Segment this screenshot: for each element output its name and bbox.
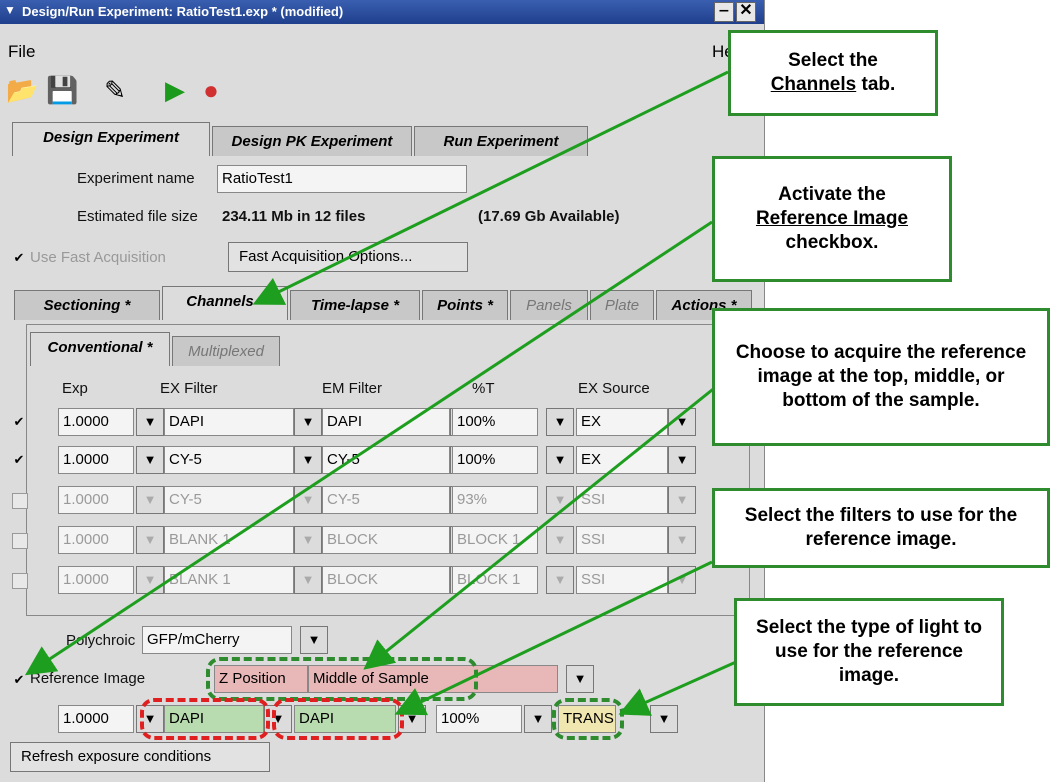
callout-2-line-3: checkbox.	[785, 232, 879, 253]
arrow-channels	[252, 70, 729, 305]
callout-2-underlined: Reference Image	[755, 208, 909, 229]
callout-5-text: Select the type of light to use for the …	[756, 617, 982, 686]
callout-1-line-2: tab.	[861, 74, 896, 95]
arrow-z-position	[363, 380, 723, 670]
callout-1-underlined: Channels	[770, 74, 857, 95]
callout-reference-image: Activate the Reference Image checkbox.	[712, 156, 952, 282]
callout-1-line-1: Select the	[788, 50, 878, 71]
callout-light-type: Select the type of light to use for the …	[734, 598, 1004, 706]
callout-3-text: Choose to acquire the reference image at…	[735, 342, 1027, 411]
arrow-light-type	[618, 660, 737, 716]
callout-2-line-1: Activate the	[778, 184, 886, 205]
callout-filters: Select the filters to use for the refere…	[712, 488, 1050, 568]
callout-channels-tab: Select the Channels tab.	[728, 30, 938, 116]
arrow-filters	[394, 560, 713, 716]
callout-z-position: Choose to acquire the reference image at…	[712, 308, 1050, 446]
arrow-reference-image	[24, 220, 713, 676]
callout-4-text: Select the filters to use for the refere…	[744, 505, 1018, 550]
